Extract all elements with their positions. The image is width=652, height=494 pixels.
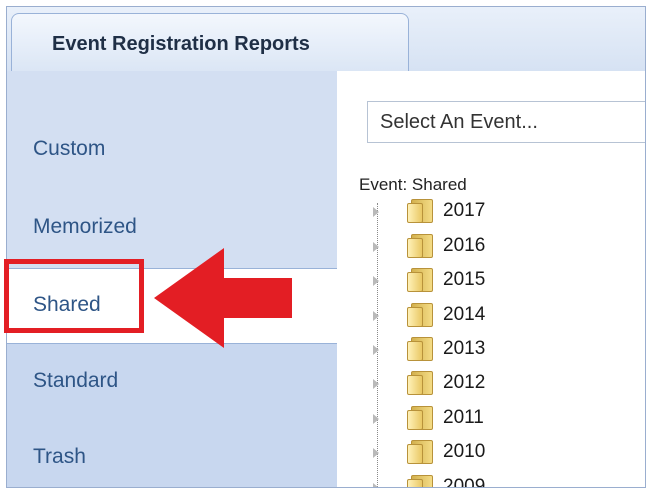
- folder-icon: [407, 371, 435, 395]
- folder-label[interactable]: 2015: [443, 269, 485, 291]
- sidebar-group-bottom: Standard Trash: [7, 344, 337, 487]
- event-select-placeholder: Select An Event...: [380, 111, 538, 133]
- tree-folder-row[interactable]: 2016: [373, 232, 573, 262]
- folder-label[interactable]: 2017: [443, 200, 485, 222]
- tab-title: Event Registration Reports: [52, 33, 310, 55]
- tree-expander-icon[interactable]: [373, 483, 379, 487]
- folder-label[interactable]: 2014: [443, 304, 485, 326]
- folder-icon: [407, 199, 435, 223]
- tree-folder-row[interactable]: 2015: [373, 266, 573, 296]
- tree-folder-row[interactable]: 2014: [373, 301, 573, 331]
- folder-label[interactable]: 2010: [443, 441, 485, 463]
- tree-folder-row[interactable]: 2009: [373, 473, 573, 487]
- sidebar-item-custom[interactable]: Custom: [33, 137, 105, 161]
- tab-event-registration-reports[interactable]: Event Registration Reports: [11, 13, 409, 71]
- tree-expander-icon[interactable]: [373, 242, 379, 252]
- sidebar-item-memorized[interactable]: Memorized: [33, 215, 137, 239]
- report-window: Event Registration Reports Custom Memori…: [6, 6, 646, 488]
- sidebar-item-trash[interactable]: Trash: [33, 445, 86, 469]
- folder-icon: [407, 475, 435, 487]
- folder-label[interactable]: 2016: [443, 235, 485, 257]
- tab-bar: Event Registration Reports: [7, 7, 645, 72]
- folder-label[interactable]: 2011: [443, 407, 484, 429]
- tree-folder-row[interactable]: 2017: [373, 197, 573, 227]
- tree-folder-row[interactable]: 2010: [373, 438, 573, 468]
- tree-expander-icon[interactable]: [373, 207, 379, 217]
- tree-expander-icon[interactable]: [373, 345, 379, 355]
- tree-expander-icon[interactable]: [373, 414, 379, 424]
- sidebar-item-standard[interactable]: Standard: [33, 369, 118, 393]
- main-panel: Select An Event... Event: Shared 2017 201…: [337, 71, 645, 487]
- tree-expander-icon[interactable]: [373, 276, 379, 286]
- folder-label[interactable]: 2012: [443, 372, 485, 394]
- sidebar-group-top: Custom Memorized: [7, 71, 337, 268]
- folder-icon: [407, 337, 435, 361]
- tree-label: Event: Shared: [359, 175, 467, 194]
- event-select-input[interactable]: Select An Event...: [367, 101, 645, 143]
- red-arrow-icon: [154, 248, 292, 348]
- tree-expander-icon[interactable]: [373, 448, 379, 458]
- tree-expander-icon[interactable]: [373, 311, 379, 321]
- folder-label[interactable]: 2009: [443, 476, 485, 487]
- folder-icon: [407, 268, 435, 292]
- folder-icon: [407, 303, 435, 327]
- tree-folder-row[interactable]: 2011: [373, 404, 573, 434]
- highlight-box: [4, 259, 144, 333]
- tree-folder-row[interactable]: 2013: [373, 335, 573, 365]
- folder-icon: [407, 440, 435, 464]
- tree-folder-row[interactable]: 2012: [373, 369, 573, 399]
- tree-expander-icon[interactable]: [373, 379, 379, 389]
- folder-icon: [407, 234, 435, 258]
- folder-icon: [407, 406, 435, 430]
- folder-label[interactable]: 2013: [443, 338, 485, 360]
